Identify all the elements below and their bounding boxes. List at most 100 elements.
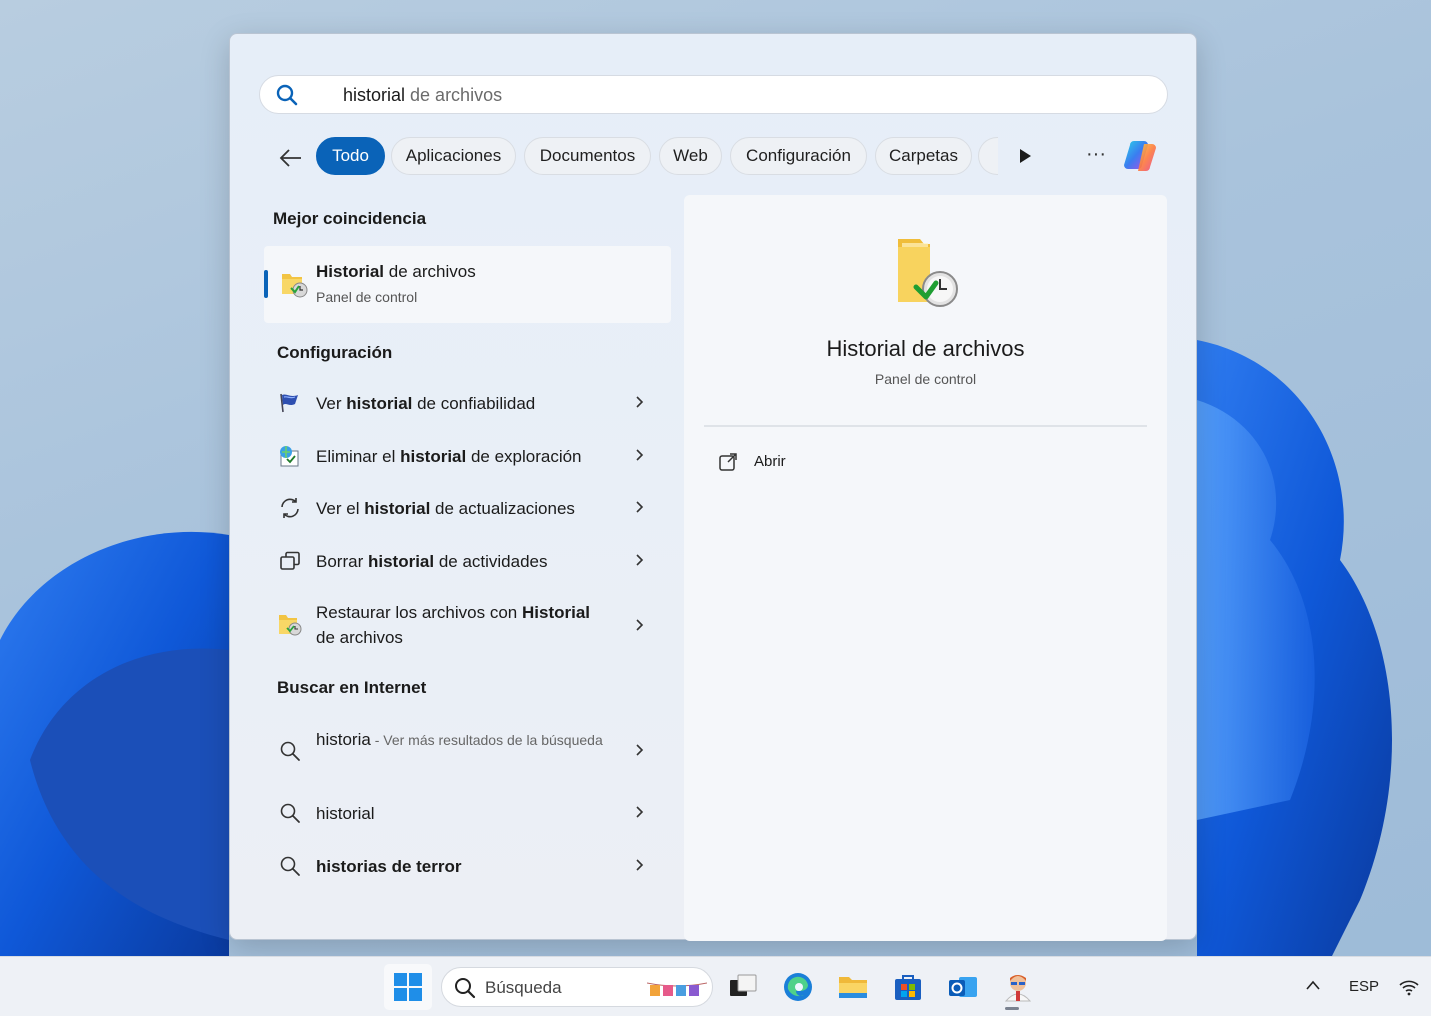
preview-pane: Historial de archivos Panel de control A…	[684, 195, 1167, 941]
user-avatar-app-icon[interactable]	[1002, 971, 1034, 1003]
settings-item-label: Ver el historial de actualizaciones	[316, 496, 616, 521]
label-bold: historial	[346, 394, 413, 413]
search-panel: historial de archivos Todo Aplicaciones …	[229, 33, 1197, 941]
search-icon	[455, 978, 476, 999]
label-text: historial	[316, 804, 375, 823]
settings-heading: Configuración	[277, 343, 393, 362]
wifi-icon[interactable]	[1398, 977, 1420, 997]
taskbar-search[interactable]: Búsqueda	[441, 967, 713, 1007]
file-history-large-icon	[898, 239, 958, 307]
start-button[interactable]	[384, 964, 432, 1010]
more-options-icon[interactable]: ···	[1082, 144, 1110, 167]
label-bold: historias de terror	[316, 857, 462, 876]
web-result-item[interactable]: historial	[264, 790, 671, 834]
reliability-flag-icon	[280, 393, 298, 413]
label-pre: Ver el	[316, 499, 365, 518]
preview-subtitle: Panel de control	[874, 371, 977, 387]
settings-item-activity-history[interactable]: Borrar historial de actividades	[264, 538, 671, 582]
web-result-item[interactable]: historia - Ver más resultados de la búsq…	[264, 717, 671, 783]
outlook-icon[interactable]	[947, 971, 979, 1003]
windows-logo-icon	[394, 973, 422, 1001]
chevron-right-icon	[636, 744, 644, 756]
label-pre: Restaurar los archivos con	[316, 603, 522, 622]
search-suggestion-text: de archivos	[405, 85, 503, 105]
settings-item-label: Ver historial de confiabilidad	[316, 391, 616, 416]
best-match-title-rest: de archivos	[384, 262, 476, 281]
web-result-label: historias de terror	[316, 854, 616, 879]
filter-chip-configuracion[interactable]: Configuración	[730, 137, 867, 175]
chevron-right-icon	[636, 806, 644, 818]
label-bold: historial	[400, 447, 467, 466]
search-box[interactable]: historial de archivos	[259, 75, 1168, 114]
taskbar-search-label: Búsqueda	[485, 978, 562, 997]
settings-item-reliability[interactable]: Ver historial de confiabilidad	[264, 380, 671, 424]
settings-item-restore-files[interactable]: Restaurar los archivos con Historial de …	[264, 590, 671, 660]
open-external-icon	[719, 453, 737, 471]
filter-chip-partial[interactable]	[978, 137, 998, 175]
activity-icon	[280, 551, 300, 570]
internet-options-icon	[280, 446, 299, 467]
scroll-right-icon[interactable]	[1015, 146, 1035, 166]
best-match-heading: Mejor coincidencia	[273, 209, 427, 228]
divider	[704, 425, 1147, 427]
label-post: de confiabilidad	[412, 394, 536, 413]
filter-chip-aplicaciones[interactable]: Aplicaciones	[391, 137, 516, 175]
selection-indicator	[264, 270, 268, 298]
back-button[interactable]	[276, 143, 306, 173]
file-explorer-icon[interactable]	[837, 971, 869, 1003]
filter-chip-todo[interactable]: Todo	[316, 137, 385, 175]
chevron-right-icon	[636, 396, 644, 408]
search-icon	[280, 741, 300, 761]
search-highlight-icon	[647, 982, 707, 996]
web-result-label: historia - Ver más resultados de la búsq…	[316, 727, 606, 753]
label-bold: historial	[364, 499, 431, 518]
open-action-label: Abrir	[754, 453, 786, 470]
settings-item-update-history[interactable]: Ver el historial de actualizaciones	[264, 485, 671, 529]
settings-item-label: Restaurar los archivos con Historial de …	[316, 600, 606, 650]
preview-title: Historial de archivos	[826, 336, 1025, 361]
chevron-up-icon[interactable]	[1304, 977, 1322, 995]
filter-chip-web[interactable]: Web	[659, 137, 722, 175]
label-post: de actividades	[434, 552, 548, 571]
web-result-label: historial	[316, 801, 616, 826]
refresh-icon	[281, 498, 299, 518]
copilot-icon[interactable]	[1122, 138, 1160, 174]
filter-bar: Todo Aplicaciones Documentos Web Configu…	[270, 137, 1170, 177]
arrow-left-icon	[279, 149, 301, 167]
label-pre: Ver	[316, 394, 347, 413]
label-post: de exploración	[466, 447, 582, 466]
best-match-subtitle: Panel de control	[316, 289, 418, 305]
best-match-item[interactable]: Historial de archivos Panel de control	[264, 246, 671, 323]
file-history-icon	[279, 615, 302, 636]
label-bold: Historial	[521, 603, 591, 622]
taskbar: Búsqueda ESP	[0, 956, 1431, 1016]
search-icon	[276, 84, 298, 106]
filter-chip-documentos[interactable]: Documentos	[524, 137, 651, 175]
microsoft-store-icon[interactable]	[892, 971, 924, 1003]
chevron-right-icon	[636, 619, 644, 631]
chevron-right-icon	[636, 501, 644, 513]
search-typed-text: historial	[343, 85, 406, 105]
search-icon	[280, 803, 300, 823]
running-indicator	[1005, 1007, 1019, 1010]
web-result-item[interactable]: historias de terror	[264, 843, 671, 887]
label-post: de archivos	[316, 628, 403, 647]
best-match-title: Historial de archivos	[316, 262, 476, 282]
chevron-right-icon	[636, 449, 644, 461]
settings-item-label: Borrar historial de actividades	[316, 549, 616, 574]
label-sub: - Ver más resultados de la búsqueda	[370, 732, 603, 748]
task-view-icon[interactable]	[727, 971, 759, 1003]
language-indicator[interactable]: ESP	[1349, 978, 1379, 995]
label-bold: historial	[367, 552, 435, 571]
settings-item-browsing-history[interactable]: Eliminar el historial de exploración	[264, 433, 671, 477]
search-input[interactable]: historial de archivos	[343, 85, 502, 106]
filter-chip-carpetas[interactable]: Carpetas	[875, 137, 972, 175]
label-pre: Borrar	[316, 552, 368, 571]
label-pre: Eliminar el	[316, 447, 401, 466]
web-search-heading: Buscar en Internet	[277, 678, 427, 697]
label-post: de actualizaciones	[430, 499, 575, 518]
file-history-icon	[282, 274, 308, 298]
chevron-right-icon	[636, 554, 644, 566]
label-text: historia	[316, 730, 371, 749]
edge-browser-icon[interactable]	[782, 971, 814, 1003]
